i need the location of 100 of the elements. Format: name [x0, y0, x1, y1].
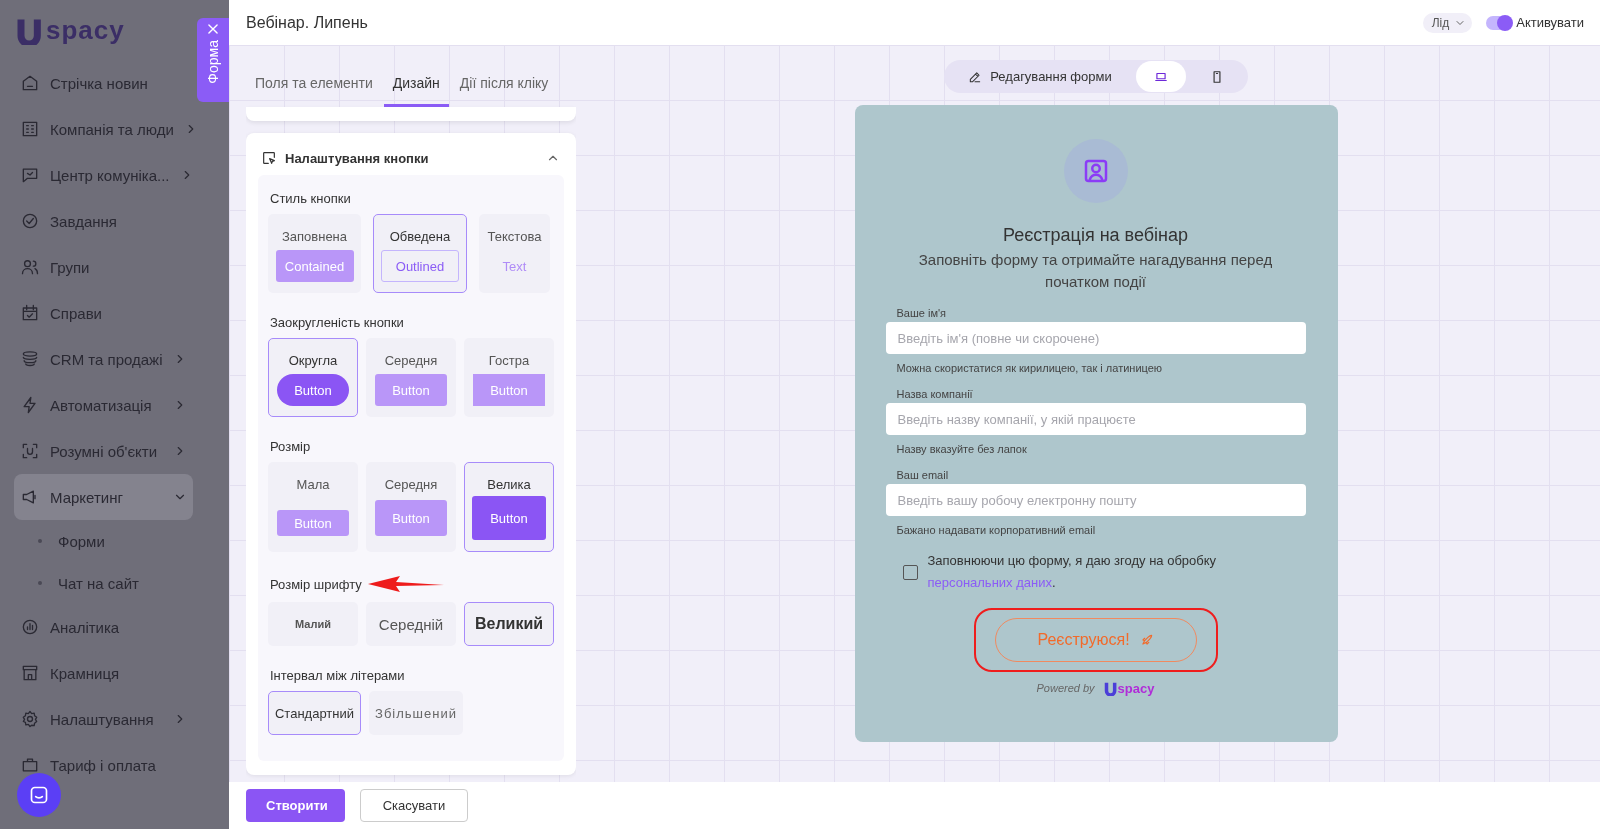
- option-label: Мала: [296, 477, 330, 492]
- toggle-label: Активувати: [1516, 15, 1584, 30]
- option-label: Заповнена: [281, 229, 348, 244]
- button-preview: Button: [375, 374, 447, 406]
- field-label: Назва компанії: [895, 388, 974, 400]
- option-card[interactable]: Стандартний: [268, 691, 361, 735]
- input-field[interactable]: Введіть вашу робочу електронну пошту: [885, 484, 1306, 516]
- field-label: Ваше ім'я: [895, 307, 948, 319]
- field-hint: Назву вказуйте без лапок: [895, 443, 1028, 455]
- sidebar-item[interactable]: Завдання: [14, 198, 193, 244]
- chat-button[interactable]: [17, 773, 61, 817]
- field-label: Ваш email: [895, 469, 950, 481]
- side-tab-label: Форма: [205, 40, 221, 84]
- people-icon: [20, 257, 40, 277]
- option-card[interactable]: Округла Button: [268, 338, 358, 417]
- sidebar-subitem[interactable]: Чат на сайт: [58, 574, 139, 592]
- store-icon: [20, 663, 40, 683]
- option-label: Великий: [474, 615, 544, 633]
- home-icon: [20, 73, 40, 93]
- button-preview: Button: [277, 374, 349, 406]
- side-tab[interactable]: Форма: [197, 18, 229, 102]
- option-card[interactable]: Середня Button: [366, 462, 456, 552]
- check-circle-icon: [20, 211, 40, 231]
- bullet-icon: [38, 581, 42, 585]
- section-label: Розмір шрифту: [270, 576, 362, 592]
- checkbox[interactable]: [902, 564, 918, 580]
- option-label: Середня: [384, 353, 438, 368]
- page-title: Вебінар. Липень: [246, 13, 369, 32]
- option-card[interactable]: Малий: [268, 602, 358, 646]
- sidebar-item[interactable]: Центр комуніка...: [14, 152, 193, 198]
- cancel-button[interactable]: Скасувати: [360, 789, 468, 822]
- sidebar-item[interactable]: Тариф і оплата: [14, 742, 193, 788]
- sidebar-item[interactable]: Справи: [14, 290, 193, 336]
- sidebar-item[interactable]: Стрічка новин: [14, 60, 193, 106]
- field-hint: Бажано надавати корпоративний email: [895, 524, 1097, 536]
- option-card[interactable]: Великий: [464, 602, 554, 646]
- option-card[interactable]: Гостра Button: [464, 338, 554, 417]
- option-label: Середній: [378, 615, 444, 633]
- option-label: Середня: [384, 477, 438, 492]
- sidebar-item[interactable]: Аналітика: [14, 604, 193, 650]
- option-card[interactable]: Обведена Outlined: [373, 214, 467, 293]
- consent-text: Заповнюючи цю форму, я даю згоду на обробку персональних даних.: [927, 552, 1218, 592]
- button-preview: Button: [472, 496, 546, 540]
- logo-text: spacy: [46, 14, 125, 46]
- input-field[interactable]: Введіть назву компанії, у якій працюєте: [885, 403, 1306, 435]
- section-label: Інтервал між літерами: [270, 668, 405, 683]
- option-label: Текстова: [487, 229, 542, 244]
- card-title: Налаштування кнопки: [285, 150, 430, 166]
- type-dropdown[interactable]: Лід: [1422, 12, 1473, 33]
- option-label: Стандартний: [275, 705, 354, 721]
- sidebar-item[interactable]: Розумні об'єкти: [14, 428, 193, 474]
- logo-text: spacy: [1117, 680, 1155, 696]
- option-label: Обведена: [389, 229, 451, 244]
- sidebar-item[interactable]: CRM та продажі: [14, 336, 193, 382]
- stack-icon: [20, 349, 40, 369]
- button-preview: Contained: [275, 250, 354, 282]
- button-preview: Text: [501, 257, 528, 276]
- building-icon: [20, 119, 40, 139]
- section-label: Заокругленість кнопки: [270, 315, 404, 330]
- sidebar-item[interactable]: Групи: [14, 244, 193, 290]
- sidebar-item[interactable]: Крамниця: [14, 650, 193, 696]
- option-card[interactable]: Велика Button: [464, 462, 554, 552]
- create-button[interactable]: Створити: [246, 789, 345, 822]
- button-preview: Button: [473, 374, 545, 406]
- sidebar-item[interactable]: Автоматизація: [14, 382, 193, 428]
- input-field[interactable]: Введіть ім'я (повне чи скорочене): [885, 322, 1306, 354]
- sidebar-item[interactable]: Налаштування: [14, 696, 193, 742]
- option-card[interactable]: Мала Button: [268, 462, 358, 552]
- option-label: Збільшений: [375, 705, 457, 721]
- option-label: Малий: [295, 618, 331, 630]
- bullet-icon: [38, 539, 42, 543]
- button-preview: Outlined: [381, 250, 459, 282]
- option-card[interactable]: Текстова Text: [479, 214, 550, 293]
- gear-icon: [20, 709, 40, 729]
- chat-icon: [29, 785, 49, 805]
- toggle-switch[interactable]: [1486, 15, 1513, 30]
- bar-chart-icon: [20, 617, 40, 637]
- section-label: Розмір: [270, 439, 311, 454]
- rocket-icon: [1139, 633, 1154, 647]
- section-label: Стиль кнопки: [270, 191, 351, 206]
- pencil-icon: [968, 69, 983, 84]
- tab[interactable]: Поля та елементи: [246, 75, 382, 107]
- button-preview: Button: [277, 510, 349, 536]
- option-label: Гостра: [488, 353, 530, 368]
- sidebar-subitem[interactable]: Форми: [58, 532, 105, 550]
- sidebar-item[interactable]: Компанія та люди: [14, 106, 193, 152]
- option-card[interactable]: Заповнена Contained: [268, 214, 361, 293]
- form-title: Реєстрація на вебінар: [1002, 225, 1189, 246]
- logo-mark-icon: [1102, 680, 1117, 696]
- desktop-view-button[interactable]: [1135, 61, 1186, 92]
- field-hint: Можна скористатися як кирилицею, так і латиницею: [895, 362, 1164, 374]
- option-card[interactable]: Середня Button: [366, 338, 456, 417]
- option-card[interactable]: Середній: [366, 602, 456, 646]
- option-card[interactable]: Збільшений: [369, 691, 463, 735]
- edit-form-button[interactable]: Редагування форми: [946, 61, 1134, 92]
- option-label: Велика: [487, 477, 531, 492]
- sidebar-item[interactable]: Маркетинг: [14, 474, 193, 520]
- button-preview: Button: [375, 500, 447, 536]
- tab[interactable]: Дії після кліку: [450, 75, 558, 107]
- powered-by-text: Powered by: [1036, 682, 1095, 694]
